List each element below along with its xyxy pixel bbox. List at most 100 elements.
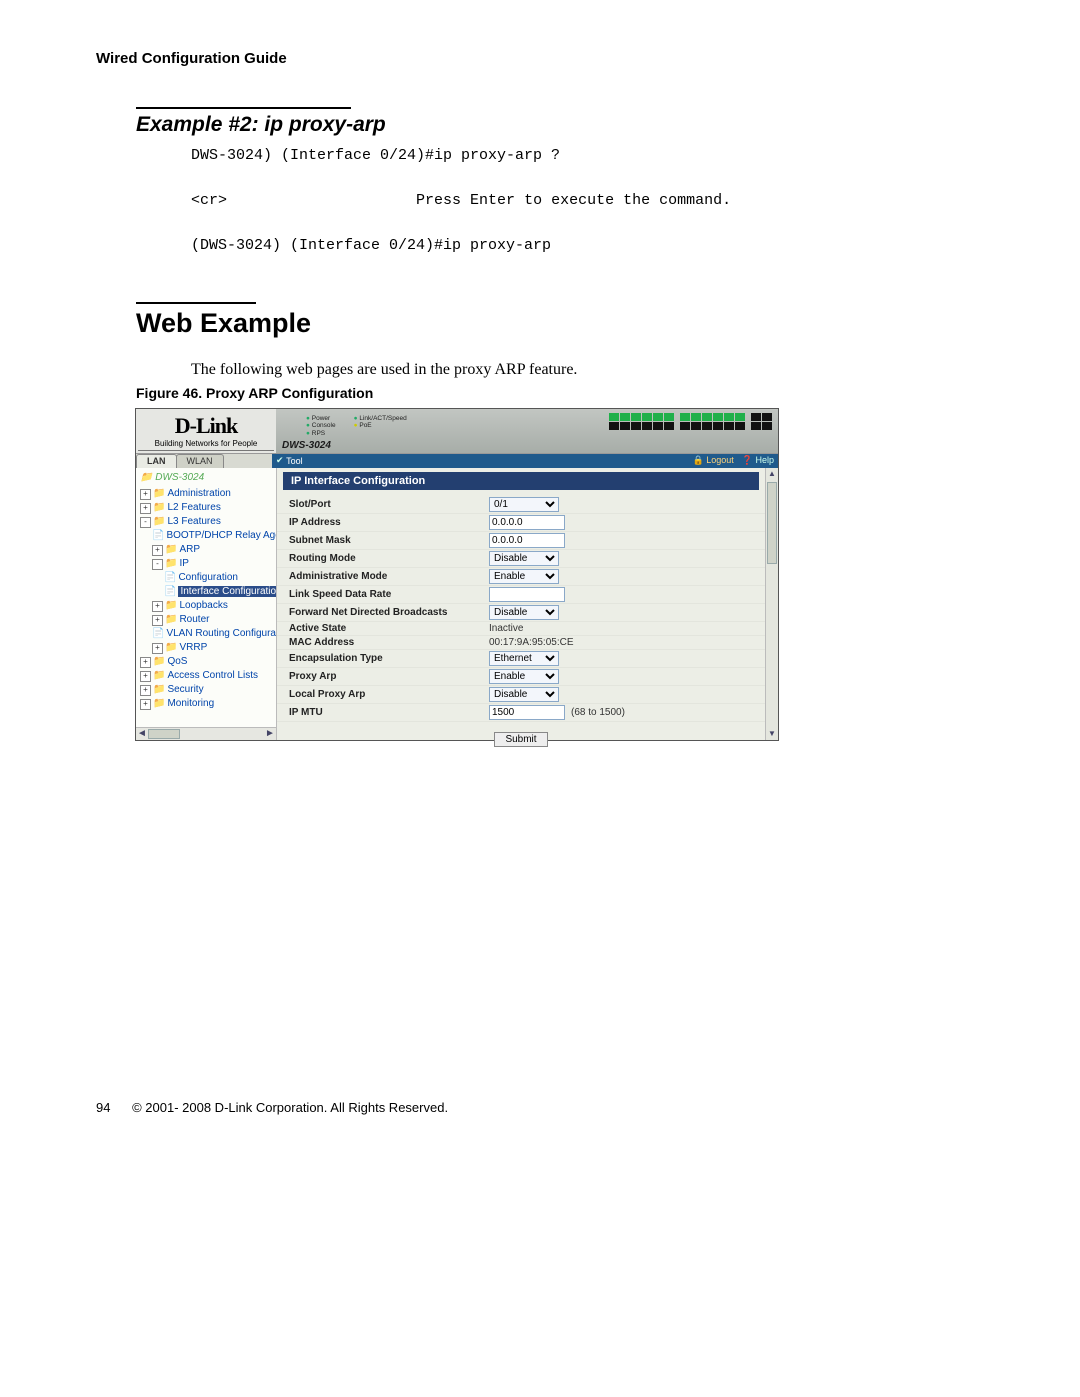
section-intro: The following web pages are used in the … <box>191 361 984 379</box>
field-encap-type: Encapsulation TypeEthernet <box>277 650 765 668</box>
device-front-panel: ● Power ● Console ● RPS ● Link/ACT/Speed… <box>276 409 778 453</box>
tree-item[interactable]: +📁Loopbacks <box>140 599 276 613</box>
figure-label: Figure 46. <box>136 385 202 401</box>
led-power: Power <box>312 415 330 422</box>
cli-cr-desc: Press Enter to execute the command. <box>416 192 731 209</box>
led-linkact: Link/ACT/Speed <box>359 415 406 422</box>
field-subnet-mask: Subnet Mask <box>277 532 765 550</box>
brand-logo: D-Link <box>138 413 274 439</box>
tree-item[interactable]: -📁IP <box>140 557 276 571</box>
cli-line: (DWS-3024) (Interface 0/24)#ip proxy-arp <box>191 237 551 254</box>
fwd_broadcast-select[interactable]: Disable <box>489 605 559 620</box>
mac_address-label: MAC Address <box>289 637 489 648</box>
field-active-state: Active StateInactive <box>277 622 765 636</box>
fwd_broadcast-label: Forward Net Directed Broadcasts <box>289 607 489 618</box>
help-link[interactable]: ❓ Help <box>742 455 774 466</box>
figure-caption: Figure 46. Proxy ARP Configuration <box>136 385 984 401</box>
field-ip-address: IP Address <box>277 514 765 532</box>
example-divider <box>136 107 351 109</box>
device-banner: D-Link Building Networks for People ● Po… <box>136 409 778 453</box>
scroll-up-icon[interactable]: ▲ <box>766 468 778 480</box>
tab-wlan[interactable]: WLAN <box>176 454 224 468</box>
admin_mode-label: Administrative Mode <box>289 571 489 582</box>
tree-item[interactable]: 📄BOOTP/DHCP Relay Agent <box>140 529 276 543</box>
field-routing-mode: Routing ModeDisable <box>277 550 765 568</box>
tree-item[interactable]: +📁Monitoring <box>140 697 276 711</box>
ports-1-12 <box>609 413 674 430</box>
mode-leds: ● Link/ACT/Speed ● PoE <box>354 415 407 431</box>
combo-ports <box>751 413 772 430</box>
led-rps: RPS <box>312 430 325 437</box>
field-mac-address: MAC Address00:17:9A:95:05:CE <box>277 636 765 650</box>
ports-13-24 <box>680 413 745 430</box>
ip_mtu-hint: (68 to 1500) <box>571 707 625 718</box>
link_speed-label: Link Speed Data Rate <box>289 589 489 600</box>
tree-item[interactable]: +📁Administration <box>140 487 276 501</box>
active_state-label: Active State <box>289 623 489 634</box>
section-title: Web Example <box>136 308 984 339</box>
cli-cr: <cr> <box>191 192 227 209</box>
tree-item[interactable]: +📁Security <box>140 683 276 697</box>
config-panel: IP Interface Configuration Slot/Port0/1I… <box>277 468 765 740</box>
local_proxy_arp-select[interactable]: Disable <box>489 687 559 702</box>
tool-menu[interactable]: Tool <box>286 456 303 466</box>
copyright: © 2001- 2008 D-Link Corporation. All Rig… <box>132 1100 448 1115</box>
tree-item[interactable]: 📄Interface Configuration <box>140 585 276 599</box>
scroll-thumb[interactable] <box>148 729 180 739</box>
tree-item[interactable]: +📁Access Control Lists <box>140 669 276 683</box>
tree-item[interactable]: +📁QoS <box>140 655 276 669</box>
logout-link[interactable]: 🔒 Logout <box>693 455 734 466</box>
section-divider <box>136 302 256 304</box>
port-diagram <box>609 413 772 430</box>
tab-lan[interactable]: LAN <box>136 454 177 468</box>
subnet_mask-input[interactable] <box>489 533 565 548</box>
cli-line: DWS-3024) (Interface 0/24)#ip proxy-arp … <box>191 147 560 164</box>
ip_address-input[interactable] <box>489 515 565 530</box>
panel-title: IP Interface Configuration <box>283 472 759 490</box>
ip_mtu-input[interactable] <box>489 705 565 720</box>
tree-item[interactable]: +📁L2 Features <box>140 501 276 515</box>
tool-bar: ✔ Tool 🔒 Logout ❓ Help <box>272 454 778 468</box>
nav-tree[interactable]: 📁 DWS-3024 +📁Administration+📁L2 Features… <box>136 468 277 740</box>
mac_address-value: 00:17:9A:95:05:CE <box>489 637 574 648</box>
active_state-value: Inactive <box>489 623 523 634</box>
field-link-speed: Link Speed Data Rate <box>277 586 765 604</box>
field-ip-mtu: IP MTU (68 to 1500) <box>277 704 765 722</box>
scroll-left-icon[interactable]: ◄ <box>136 728 148 739</box>
routing_mode-select[interactable]: Disable <box>489 551 559 566</box>
slot_port-label: Slot/Port <box>289 499 489 510</box>
tree-root[interactable]: 📁 DWS-3024 <box>140 472 276 483</box>
cli-output: DWS-3024) (Interface 0/24)#ip proxy-arp … <box>191 145 984 258</box>
brand-tagline: Building Networks for People <box>138 439 274 451</box>
tree-item[interactable]: +📁VRRP <box>140 641 276 655</box>
ip_address-label: IP Address <box>289 517 489 528</box>
encap_type-select[interactable]: Ethernet <box>489 651 559 666</box>
tree-item[interactable]: +📁ARP <box>140 543 276 557</box>
brand-block: D-Link Building Networks for People <box>136 409 276 453</box>
led-poe: PoE <box>359 422 371 429</box>
tree-item[interactable]: -📁L3 Features <box>140 515 276 529</box>
tree-item[interactable]: +📁Router <box>140 613 276 627</box>
tree-item[interactable]: 📄VLAN Routing Configuration <box>140 627 276 641</box>
tree-item[interactable]: 📄Configuration <box>140 571 276 585</box>
link_speed-input[interactable] <box>489 587 565 602</box>
routing_mode-label: Routing Mode <box>289 553 489 564</box>
field-proxy-arp: Proxy ArpEnable <box>277 668 765 686</box>
tab-bar: LAN WLAN ✔ Tool 🔒 Logout ❓ Help <box>136 453 778 468</box>
admin_mode-select[interactable]: Enable <box>489 569 559 584</box>
tree-horizontal-scrollbar[interactable]: ◄ ► <box>136 727 276 740</box>
device-model-label: DWS-3024 <box>282 440 331 451</box>
field-fwd-broadcast: Forward Net Directed BroadcastsDisable <box>277 604 765 622</box>
subnet_mask-label: Subnet Mask <box>289 535 489 546</box>
scroll-thumb[interactable] <box>767 482 777 564</box>
content-vertical-scrollbar[interactable]: ▲ ▼ <box>765 468 778 740</box>
submit-button[interactable]: Submit <box>494 732 547 747</box>
screenshot-proxy-arp-config: D-Link Building Networks for People ● Po… <box>136 409 778 740</box>
status-leds: ● Power ● Console ● RPS <box>306 415 336 438</box>
page-number: 94 <box>96 1100 110 1115</box>
scroll-down-icon[interactable]: ▼ <box>766 728 778 740</box>
scroll-right-icon[interactable]: ► <box>264 728 276 739</box>
ip_mtu-label: IP MTU <box>289 707 489 718</box>
slot_port-select[interactable]: 0/1 <box>489 497 559 512</box>
proxy_arp-select[interactable]: Enable <box>489 669 559 684</box>
